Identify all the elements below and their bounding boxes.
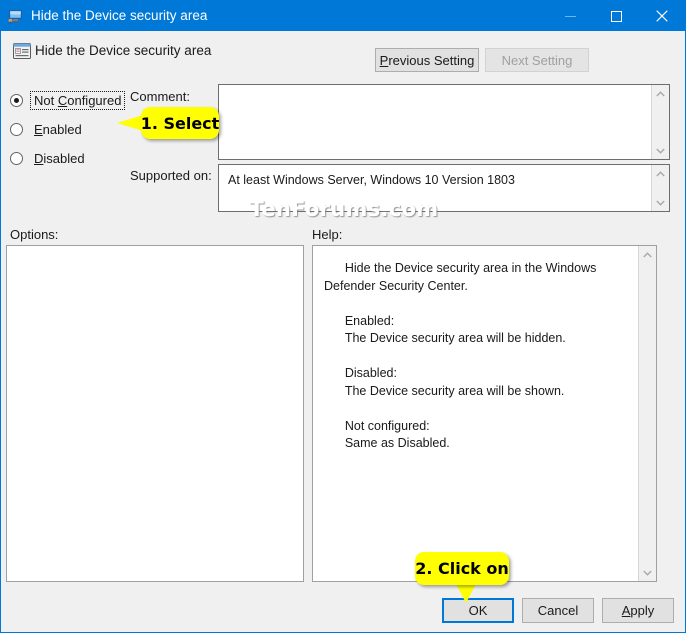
radio-disabled[interactable]: Disabled	[10, 148, 88, 168]
callout-click-tail-icon	[453, 582, 479, 603]
comment-input[interactable]	[218, 84, 670, 160]
supported-on-scrollbar[interactable]	[651, 165, 669, 211]
supported-on-label: Supported on:	[130, 168, 212, 183]
scroll-down-icon[interactable]	[652, 194, 669, 211]
cancel-button[interactable]: Cancel	[522, 598, 594, 623]
scroll-down-icon[interactable]	[639, 564, 656, 581]
callout-select: 1. Select	[141, 107, 219, 139]
radio-disabled-indicator[interactable]	[10, 151, 23, 165]
radio-disabled-label: Disabled	[34, 150, 85, 166]
setting-title: Hide the Device security area	[35, 43, 212, 58]
help-scrollbar[interactable]	[638, 246, 656, 581]
help-panel[interactable]: Hide the Device security area in the Win…	[312, 245, 657, 582]
window-title: Hide the Device security area	[31, 8, 208, 23]
group-policy-setting-dialog: Hide the Device security area Hide the D…	[0, 0, 686, 633]
radio-enabled[interactable]: Enabled	[10, 119, 85, 139]
computer-monitor-icon	[8, 8, 24, 24]
close-icon[interactable]	[639, 1, 685, 31]
scroll-up-icon[interactable]	[652, 165, 669, 182]
previous-setting-label-rest: revious Setting	[388, 52, 475, 68]
next-setting-button: Next Setting	[485, 48, 589, 72]
radio-enabled-indicator[interactable]	[10, 122, 23, 136]
options-label: Options:	[10, 227, 59, 242]
next-setting-label: Next Setting	[501, 52, 573, 68]
radio-not-configured-indicator[interactable]	[10, 93, 23, 107]
options-panel[interactable]	[6, 245, 304, 582]
comment-scrollbar[interactable]	[651, 85, 669, 159]
cancel-label: Cancel	[537, 603, 579, 618]
scroll-up-icon[interactable]	[652, 85, 669, 102]
supported-on-value: At least Windows Server, Windows 10 Vers…	[228, 173, 515, 187]
comment-label: Comment:	[130, 89, 190, 104]
previous-setting-button[interactable]: Previous Setting	[375, 48, 479, 72]
callout-select-tail-icon	[117, 113, 143, 133]
scroll-down-icon[interactable]	[652, 142, 669, 159]
scroll-up-icon[interactable]	[639, 246, 656, 263]
supported-on-input[interactable]: At least Windows Server, Windows 10 Vers…	[218, 164, 670, 212]
maximize-button[interactable]	[593, 1, 639, 31]
radio-not-configured[interactable]: Not Configured	[10, 90, 126, 110]
callout-click-on: 2. Click on	[415, 552, 509, 585]
apply-button[interactable]: Apply	[602, 598, 674, 623]
help-content: Hide the Device security area in the Win…	[324, 261, 597, 450]
apply-label-rest: pply	[630, 603, 655, 618]
radio-not-configured-label: Not Configured	[29, 90, 126, 110]
title-bar: Hide the Device security area	[1, 1, 685, 31]
help-label: Help:	[312, 227, 343, 242]
ok-label: OK	[468, 603, 488, 618]
group-policy-setting-icon	[12, 41, 32, 61]
minimize-button[interactable]	[547, 1, 593, 31]
radio-enabled-label: Enabled	[34, 121, 82, 137]
